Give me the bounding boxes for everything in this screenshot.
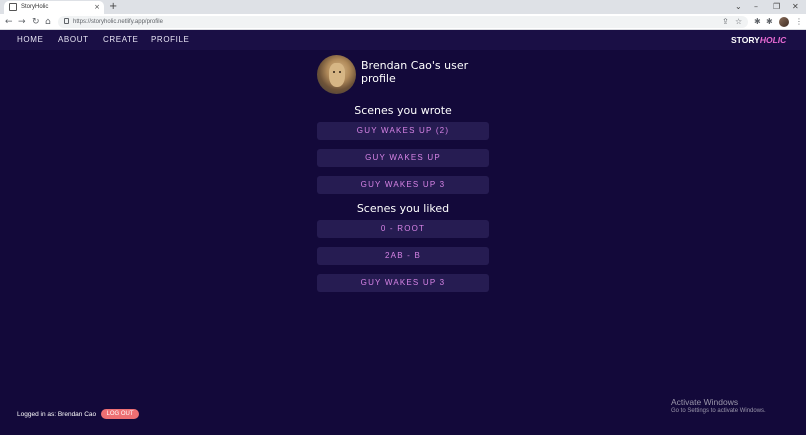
home-button[interactable]: ⌂: [45, 15, 51, 29]
nav-create[interactable]: CREATE: [103, 30, 138, 50]
nav-home[interactable]: HOME: [17, 30, 43, 50]
liked-scene-button[interactable]: GUY WAKES UP 3: [317, 274, 489, 292]
activate-windows-title: Activate Windows: [671, 397, 739, 407]
nav-profile[interactable]: PROFILE: [151, 30, 189, 50]
address-bar[interactable]: https://storyholic.netlify.app/profile ⇪…: [58, 16, 748, 28]
wrote-scene-button[interactable]: GUY WAKES UP (2): [317, 122, 489, 140]
close-window-button[interactable]: ✕: [792, 1, 799, 13]
brand-accent: HOLIC: [759, 35, 787, 45]
profile-title: Brendan Cao's user profile: [361, 59, 469, 85]
bookmark-star-icon[interactable]: ☆: [735, 16, 742, 28]
tab-title: StoryHolic: [21, 4, 49, 10]
dog-eye: [333, 71, 335, 73]
liked-heading: Scenes you liked: [356, 202, 450, 215]
minimize-button[interactable]: –: [754, 1, 758, 13]
browser-profile-avatar[interactable]: [779, 17, 789, 27]
wrote-scene-button[interactable]: GUY WAKES UP: [317, 149, 489, 167]
profile-avatar: [317, 55, 356, 94]
brand-main: STORY: [731, 35, 760, 45]
brand-logo[interactable]: STORYHOLIC: [731, 30, 786, 50]
extension-icon[interactable]: ✱: [754, 16, 761, 28]
dog-eye: [339, 71, 341, 73]
tab-search-icon[interactable]: ⌄: [735, 1, 742, 13]
browser-tab[interactable]: StoryHolic ×: [4, 1, 104, 14]
back-button[interactable]: ←: [5, 15, 13, 29]
forward-button[interactable]: →: [18, 15, 26, 29]
nav-about[interactable]: ABOUT: [58, 30, 89, 50]
reload-button[interactable]: ↻: [32, 15, 40, 29]
lock-icon[interactable]: [64, 18, 69, 24]
new-tab-button[interactable]: +: [109, 1, 117, 13]
liked-scene-button[interactable]: 0 - ROOT: [317, 220, 489, 238]
logged-in-text: Logged in as: Brendan Cao: [17, 411, 97, 418]
puzzle-icon[interactable]: ✱: [766, 16, 773, 28]
browser-toolbar: ← → ↻ ⌂ https://storyholic.netlify.app/p…: [0, 14, 806, 30]
logout-button[interactable]: LOG OUT: [101, 409, 139, 419]
site-navbar: HOME ABOUT CREATE PROFILE STORYHOLIC: [0, 30, 806, 50]
wrote-heading: Scenes you wrote: [354, 104, 452, 117]
share-icon[interactable]: ⇪: [722, 16, 729, 28]
browser-tab-bar: StoryHolic × + ⌄ – ❐ ✕: [0, 0, 806, 14]
browser-menu-icon[interactable]: ⋮: [795, 16, 803, 28]
tab-close-icon[interactable]: ×: [94, 2, 100, 13]
url-text[interactable]: https://storyholic.netlify.app/profile: [73, 16, 163, 28]
activate-windows-subtitle: Go to Settings to activate Windows.: [671, 408, 766, 414]
favicon-icon: [9, 3, 17, 11]
restore-button[interactable]: ❐: [773, 1, 780, 13]
dog-face: [329, 63, 345, 87]
liked-scene-button[interactable]: 2AB - B: [317, 247, 489, 265]
wrote-scene-button[interactable]: GUY WAKES UP 3: [317, 176, 489, 194]
